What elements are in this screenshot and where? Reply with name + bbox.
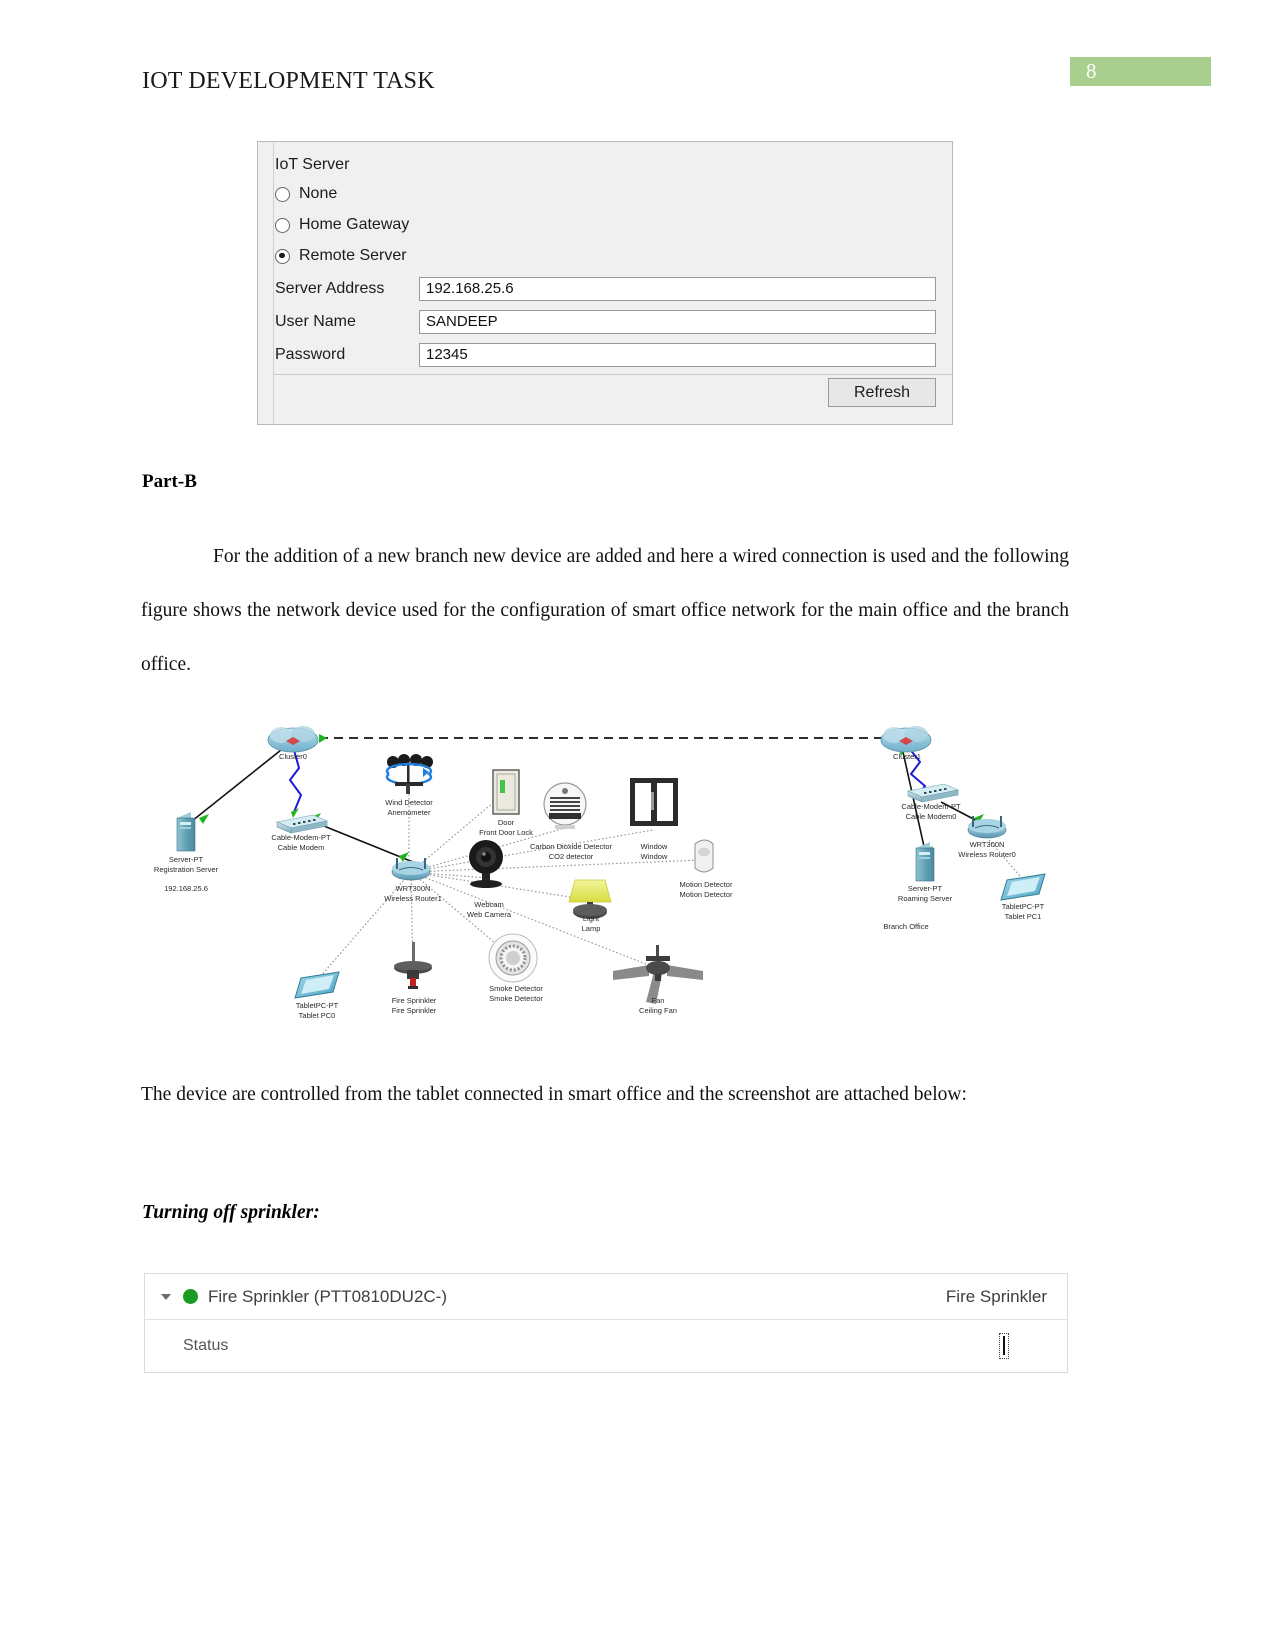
label-cable-modem: Cable-Modem-PT Cable Modem xyxy=(271,833,331,852)
server-address-input[interactable]: 192.168.25.6 xyxy=(419,277,936,301)
label-wireless-router1: WRT300N Wireless Router1 xyxy=(384,884,442,903)
label-roaming-server: Server-PT Roaming Server xyxy=(897,884,953,903)
field-server-address: Server Address 192.168.25.6 xyxy=(275,277,936,301)
password-input[interactable]: 12345 xyxy=(419,343,936,367)
radio-option-none[interactable]: None xyxy=(275,185,337,203)
field-password: Password 12345 xyxy=(275,343,936,367)
label-lamp: Light Lamp xyxy=(581,914,601,933)
iot-server-legend: IoT Server xyxy=(275,156,350,173)
radio-label-remote-server: Remote Server xyxy=(299,247,407,264)
label-wind-detector: Wind Detector Anemometer xyxy=(385,798,433,817)
label-window: Window Window xyxy=(640,842,668,861)
label-wireless-router0: WRT300N Wireless Router0 xyxy=(958,840,1016,859)
chevron-down-icon[interactable] xyxy=(161,1293,171,1300)
label-co2-detector: Carbon Dioxide Detector CO2 detector xyxy=(529,842,613,861)
label-ceiling-fan: Fan Ceiling Fan xyxy=(639,996,677,1015)
field-user-name: User Name SANDEEP xyxy=(275,310,936,334)
fire-sprinkler-panel: Fire Sprinkler (PTT0810DU2C-) Fire Sprin… xyxy=(144,1273,1068,1373)
status-swatch-wrapper[interactable] xyxy=(999,1333,1009,1359)
label-tablet-pc1: TabletPC-PT Tablet PC1 xyxy=(1001,902,1045,921)
label-fire-sprinkler: Fire Sprinkler Fire Sprinkler xyxy=(391,996,437,1015)
radio-label-home-gateway: Home Gateway xyxy=(299,216,410,233)
label-branch-office: Branch Office xyxy=(883,922,929,931)
user-name-input[interactable]: SANDEEP xyxy=(419,310,936,334)
dialog-inner-rule xyxy=(273,142,274,424)
label-cluster0: Cluster0 xyxy=(279,752,307,761)
network-topology-diagram: Cluster0 Server-PT Registration Server 192… xyxy=(141,700,1131,1045)
radio-option-remote-server[interactable]: Remote Server xyxy=(275,247,407,265)
label-webcam: Webcam Web Camera xyxy=(466,900,512,919)
status-label: Status xyxy=(183,1337,229,1354)
label-password: Password xyxy=(275,346,346,363)
label-door: Door Front Door Lock xyxy=(479,818,533,837)
label-registration-server: Server-PT Registration Server 192.168.25.6 xyxy=(153,855,219,893)
page-number-badge: 8 xyxy=(1070,57,1211,86)
paragraph-device-control: The device are controlled from the table… xyxy=(141,1084,967,1105)
paragraph-part-b: For the addition of a new branch new dev… xyxy=(141,546,1069,675)
label-server-address: Server Address xyxy=(275,280,385,297)
label-smoke-detector: Smoke Detector Smoke Detector xyxy=(489,984,543,1003)
page-title: IOT DEVELOPMENT TASK xyxy=(142,68,435,94)
dialog-separator xyxy=(274,374,952,375)
status-led-icon xyxy=(183,1289,198,1304)
label-tablet-pc0: TabletPC-PT Tablet PC0 xyxy=(295,1001,339,1020)
label-motion-detector: Motion Detector Motion Detector xyxy=(679,880,733,899)
iot-server-dialog: IoT Server None Home Gateway Remote Serv… xyxy=(257,141,953,425)
label-cluster1: Cluster1 xyxy=(893,752,921,761)
label-user-name: User Name xyxy=(275,313,356,330)
fire-sprinkler-device-title: Fire Sprinkler (PTT0810DU2C-) xyxy=(208,1286,447,1306)
radio-label-none: None xyxy=(299,185,338,202)
part-b-heading: Part-B xyxy=(142,471,197,492)
refresh-button[interactable]: Refresh xyxy=(828,378,936,407)
radio-icon-home-gateway[interactable] xyxy=(275,217,290,233)
fire-sprinkler-header[interactable]: Fire Sprinkler (PTT0810DU2C-) Fire Sprin… xyxy=(145,1274,1067,1320)
fire-sprinkler-body: Status xyxy=(145,1320,1067,1372)
radio-option-home-gateway[interactable]: Home Gateway xyxy=(275,216,409,234)
label-cable-modem0: Cable-Modem-PT Cable Modem0 xyxy=(901,802,961,821)
radio-icon-remote-server[interactable] xyxy=(275,248,290,264)
turning-off-sprinkler-heading: Turning off sprinkler: xyxy=(142,1202,320,1223)
fire-sprinkler-device-type: Fire Sprinkler xyxy=(945,1286,1047,1306)
radio-icon-none[interactable] xyxy=(275,186,290,202)
status-color-swatch[interactable] xyxy=(1003,1336,1005,1355)
